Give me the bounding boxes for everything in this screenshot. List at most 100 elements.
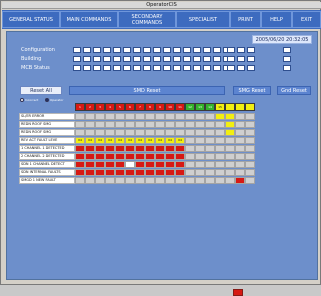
table-cell: [95, 169, 105, 176]
table-cell: [205, 129, 215, 136]
operator-filter[interactable]: Operator: [45, 98, 63, 102]
table-cell: [185, 113, 195, 120]
print-button[interactable]: PRINT: [230, 11, 261, 28]
table-cell: [175, 145, 185, 152]
status-box: [183, 47, 191, 53]
exit-button[interactable]: EXIT: [292, 11, 321, 28]
grid-header-cell: 7: [135, 103, 145, 111]
table-cell: [85, 121, 95, 128]
table-cell: [245, 137, 255, 144]
table-cell: [135, 177, 145, 184]
table-cell: [75, 121, 85, 128]
status-box: [283, 65, 291, 71]
table-cell: [155, 153, 165, 160]
status-box: [213, 65, 221, 71]
table-row: SDN 1 CHANNEL DETECT: [19, 161, 313, 168]
status-box: [227, 56, 235, 62]
table-cell: [185, 129, 195, 136]
status-box: [133, 47, 141, 53]
table-cell: [175, 153, 185, 160]
smg-reset-button[interactable]: SMG Reset: [233, 86, 271, 95]
table-cell: [235, 121, 245, 128]
table-cell: [245, 121, 255, 128]
table-cell: [105, 169, 115, 176]
table-row: REDN ROOF SMG: [19, 129, 313, 136]
table-cell: [205, 113, 215, 120]
table-cell: [115, 153, 125, 160]
table-cell: 04: [115, 137, 125, 144]
table-cell: [225, 153, 235, 160]
table-cell: 04: [155, 137, 165, 144]
smd-reset-button[interactable]: SMD Reset: [69, 86, 225, 95]
table-cell: [75, 161, 85, 168]
table-cell: [125, 177, 135, 184]
table-cell: [205, 121, 215, 128]
table-cell: 04: [105, 137, 115, 144]
status-box: [193, 56, 201, 62]
table-cell: [105, 161, 115, 168]
table-cell: [145, 153, 155, 160]
table-cell: [135, 145, 145, 152]
grid-header-cell: 3: [95, 103, 105, 111]
grid-header-cell: 12: [185, 103, 195, 111]
secondary-commands-button[interactable]: SECONDARY COMMANDS: [118, 11, 176, 28]
table-cell: [195, 177, 205, 184]
mcb-status-label: MCB Status: [21, 65, 50, 71]
table-cell: [215, 113, 225, 120]
main-commands-button[interactable]: MAIN COMMANDS: [60, 11, 118, 28]
table-cell: [85, 145, 95, 152]
grid-header-cell: 15: [215, 103, 225, 111]
reset-all-button[interactable]: Reset All: [20, 86, 62, 95]
table-cell: [105, 113, 115, 120]
status-box: [193, 65, 201, 71]
status-box: [93, 65, 101, 71]
help-button[interactable]: HELP: [261, 11, 292, 28]
grid-header-cell: 5: [115, 103, 125, 111]
table-cell: [225, 137, 235, 144]
table-cell: [75, 177, 85, 184]
table-cell: [155, 121, 165, 128]
row-label: REDN ROOF SMG: [19, 129, 75, 136]
status-box: [123, 47, 131, 53]
table-cell: [125, 129, 135, 136]
table-cell: [195, 121, 205, 128]
general-status-button[interactable]: GENERAL STATUS: [2, 11, 60, 28]
row-label: SDN 1 CHANNEL DETECT: [19, 161, 75, 168]
grid-header-cell: [245, 103, 255, 111]
table-cell: [95, 145, 105, 152]
table-cell: [175, 129, 185, 136]
status-box: [143, 65, 151, 71]
table-cell: 04: [145, 137, 155, 144]
table-cell: [175, 113, 185, 120]
table-cell: [95, 177, 105, 184]
table-cell: [75, 145, 85, 152]
table-cell: [225, 145, 235, 152]
grid-header-cell: 13: [195, 103, 205, 111]
table-cell: [195, 153, 205, 160]
table-cell: [225, 161, 235, 168]
table-cell: [75, 153, 85, 160]
grid-header-cell: 6: [125, 103, 135, 111]
table-row: 2 CHANNEL 2 DETECTED: [19, 153, 313, 160]
status-box: [183, 56, 191, 62]
table-cell: [235, 169, 245, 176]
status-box: [83, 47, 91, 53]
status-box: [247, 56, 255, 62]
specialist-button[interactable]: SPECIALIST: [176, 11, 230, 28]
status-box: [163, 56, 171, 62]
table-cell: [155, 145, 165, 152]
table-cell: [245, 177, 255, 184]
gnd-reset-button[interactable]: Gnd Reset: [277, 86, 311, 95]
table-cell: [225, 177, 235, 184]
incorrect-filter[interactable]: Incorrect: [20, 98, 38, 102]
table-cell: [125, 169, 135, 176]
main-navigation: GENERAL STATUS MAIN COMMANDS SECONDARY C…: [2, 10, 321, 29]
table-cell: [85, 177, 95, 184]
table-cell: [195, 161, 205, 168]
window-title: OperatorCIS: [2, 2, 321, 9]
table-cell: [205, 169, 215, 176]
table-cell: [165, 129, 175, 136]
table-cell: [235, 137, 245, 144]
status-box: [93, 56, 101, 62]
table-cell: 04: [85, 137, 95, 144]
